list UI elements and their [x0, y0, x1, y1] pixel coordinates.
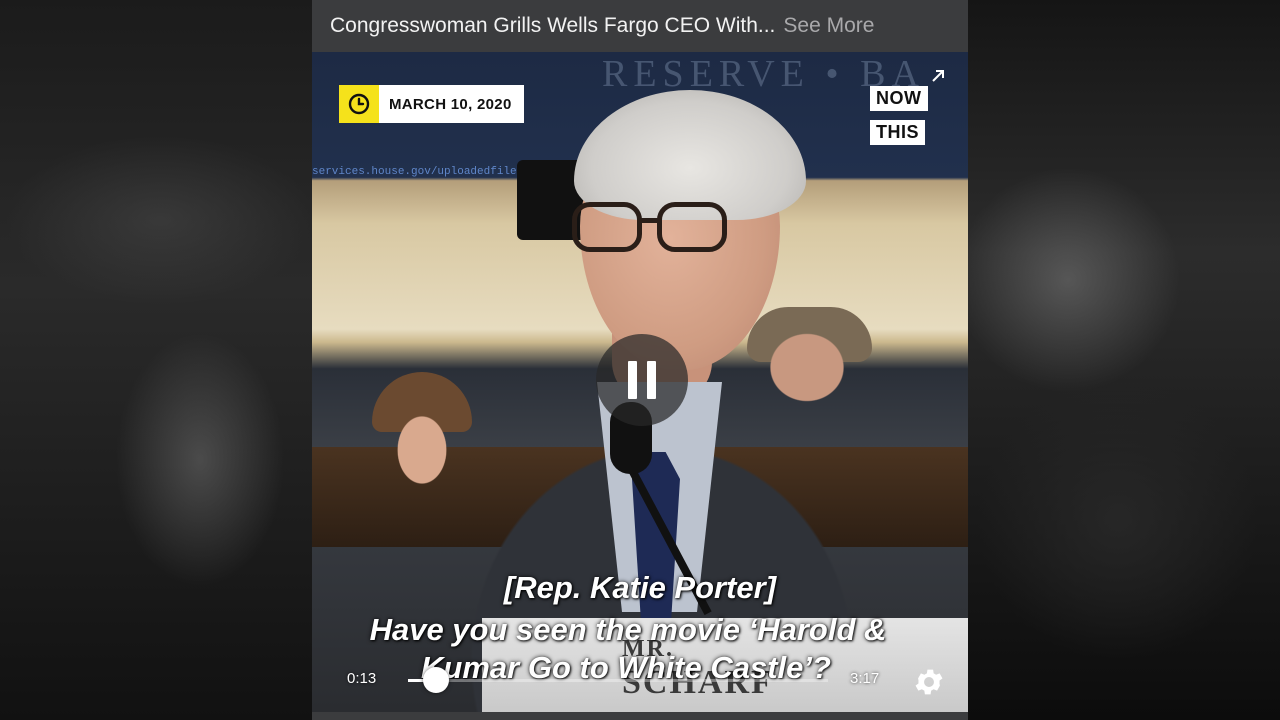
gear-icon[interactable] — [912, 665, 946, 699]
date-label: MARCH 10, 2020 — [379, 85, 524, 123]
logo-line-1: NOW — [870, 86, 928, 111]
see-more-link[interactable]: See More — [783, 14, 874, 38]
expand-icon[interactable] — [930, 68, 946, 84]
speaker-glasses-left — [572, 202, 642, 252]
subtitle-line-1: Have you seen the movie ‘Harold & — [369, 612, 887, 647]
video-title-bar[interactable]: Congresswoman Grills Wells Fargo CEO Wit… — [312, 0, 968, 52]
pause-icon-bar-right — [647, 361, 656, 399]
video-frame[interactable]: RESERVE • BA services.house.gov/uploaded… — [312, 52, 968, 712]
speaker-hair — [574, 90, 806, 220]
video-title: Congresswoman Grills Wells Fargo CEO Wit… — [330, 14, 776, 37]
player-controls: 0:13 3:17 — [312, 654, 968, 710]
logo-line-2: THIS — [870, 119, 926, 145]
speaker-glasses-right — [657, 202, 727, 252]
nowthis-logo: NOW THIS — [870, 86, 940, 145]
pause-icon-bar-left — [628, 361, 637, 399]
date-badge: MARCH 10, 2020 — [339, 85, 524, 123]
pause-button[interactable] — [596, 334, 688, 426]
current-time: 0:13 — [347, 670, 377, 687]
duration: 3:17 — [850, 670, 880, 687]
speaker-glasses-bridge — [640, 218, 660, 223]
blurred-background-right — [968, 0, 1280, 720]
mobile-video-player: Congresswoman Grills Wells Fargo CEO Wit… — [312, 0, 968, 720]
clock-icon — [339, 85, 379, 123]
seek-bar[interactable] — [408, 679, 828, 682]
seek-thumb[interactable] — [422, 667, 449, 693]
subtitle-speaker: [Rep. Katie Porter] — [503, 570, 777, 605]
blurred-background-left — [0, 0, 312, 720]
bottom-bar — [312, 712, 968, 720]
